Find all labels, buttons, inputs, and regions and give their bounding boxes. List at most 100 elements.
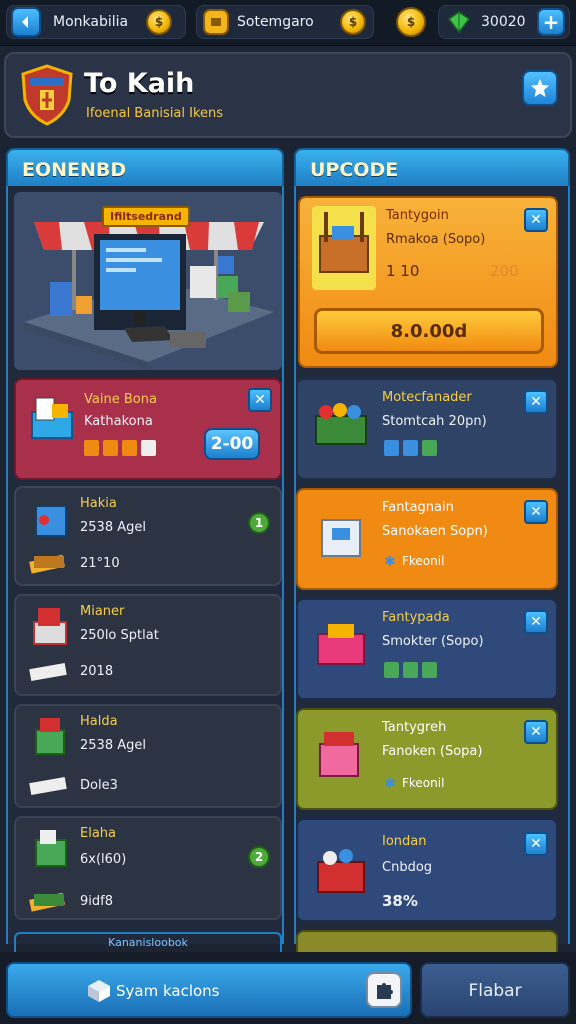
item-detail: 250lo Sptlat xyxy=(80,628,159,643)
partial-card xyxy=(296,930,558,952)
upgrade-card-5[interactable]: Iondan Cnbdog 38% ✕ xyxy=(296,818,558,922)
register-icon xyxy=(30,826,74,874)
close-icon[interactable]: ✕ xyxy=(524,720,548,744)
upgrade-name: Tantygoin xyxy=(386,208,449,223)
upgrade-detail: Fanoken (Sopa) xyxy=(382,744,483,759)
cash-icon-2 xyxy=(28,890,68,916)
pink-bin-icon xyxy=(312,724,368,788)
list-item-2[interactable]: Mianer 250lo Sptlat 2018 xyxy=(14,594,282,696)
upgrade-extra: Fkeonil xyxy=(402,554,445,568)
upgrade-card-4[interactable]: Tantygreh Fanoken (Sopa) ✱ Fkeonil ✕ xyxy=(296,708,558,810)
close-icon[interactable]: ✕ xyxy=(524,832,548,856)
primary-action-label: Syam kaclons xyxy=(116,982,220,1000)
item-price: 9idf8 xyxy=(80,894,113,909)
upgrade-name: Iondan xyxy=(382,834,427,849)
upgrade-name: Motecfanader xyxy=(382,390,472,405)
basket-icon xyxy=(28,604,72,652)
upgrade-name: Tantygreh xyxy=(382,720,447,735)
page-subtitle: Ifoenal Banisial Ikens xyxy=(86,106,224,121)
close-icon[interactable]: ✕ xyxy=(524,500,548,524)
upgrade-detail: Sanokaen Sopn) xyxy=(382,524,488,539)
top-bar: Monkabilia $ Sotemgaro $ $ 30020 + xyxy=(0,0,576,46)
resource-icons xyxy=(384,662,441,682)
currency-label: Sotemgaro xyxy=(237,14,314,30)
featured-price[interactable]: 2-00 xyxy=(204,428,260,460)
box-icon xyxy=(86,978,112,1008)
upgrade-card-2[interactable]: Fantagnain Sanokaen Sopn) ✱ Fkeonil ✕ xyxy=(296,488,558,590)
upgrade-detail: Smokter (Sopo) xyxy=(382,634,484,649)
close-icon[interactable]: ✕ xyxy=(248,388,272,412)
close-icon[interactable]: ✕ xyxy=(524,208,548,232)
right-column-heading: UPCODE xyxy=(294,148,570,188)
upgrade-card-1[interactable]: Motecfanader Stomtcah 20pn) ✕ xyxy=(296,378,558,480)
stall-icon xyxy=(312,206,376,290)
crate-icon xyxy=(26,394,76,446)
secondary-action-button[interactable]: Flabar xyxy=(420,962,570,1018)
settings-button[interactable] xyxy=(522,70,558,106)
page-title: To Kaih xyxy=(84,68,195,99)
upgrade-ghost-value: 200 xyxy=(490,262,519,280)
bread-box-icon xyxy=(312,616,370,676)
resource-icons xyxy=(384,440,441,460)
upgrade-name: Fantagnain xyxy=(382,500,454,515)
gems-pill[interactable]: 30020 + xyxy=(438,5,570,39)
upgrade-detail: Rmakoa (Sopo) xyxy=(386,232,486,247)
buy-button[interactable]: 8.0.00d xyxy=(314,308,544,354)
upgrade-detail: Cnbdog xyxy=(382,860,433,875)
item-price: 2018 xyxy=(80,664,114,679)
snowflake-icon: ✱ xyxy=(384,776,396,792)
shield-logo-icon xyxy=(20,64,74,126)
list-item-1[interactable]: Hakia 2538 Agel 21°10 1 xyxy=(14,486,282,586)
shop-sign: Ifiltsedrand xyxy=(102,206,190,227)
shop-illustration: Ifiltsedrand xyxy=(14,192,282,370)
list-item-4[interactable]: Elaha 6x(l60) 9idf8 2 xyxy=(14,816,282,920)
featured-shop-card[interactable]: Vaine Bona Kathakona ✕ 2-00 xyxy=(14,378,282,480)
coin-icon-2: $ xyxy=(340,9,366,35)
item-name: Halda xyxy=(80,714,118,729)
upgrade-card-3[interactable]: Fantypada Smokter (Sopo) ✕ xyxy=(296,598,558,700)
coin-icon: $ xyxy=(146,9,172,35)
gems-value: 30020 xyxy=(481,14,526,30)
upgrade-value: 1 10 xyxy=(386,262,420,280)
snowflake-icon: ✱ xyxy=(384,554,396,570)
upgrade-detail: Stomtcah 20pn) xyxy=(382,414,487,429)
close-icon[interactable]: ✕ xyxy=(524,390,548,414)
item-name: Hakia xyxy=(80,496,117,511)
close-icon[interactable]: ✕ xyxy=(524,610,548,634)
add-gems-button[interactable]: + xyxy=(537,8,565,36)
cart-icon xyxy=(312,840,370,904)
header-panel: To Kaih Ifoenal Banisial Ikens xyxy=(4,52,572,138)
item-price: 21°10 xyxy=(80,556,120,571)
upgrade-name: Fantypada xyxy=(382,610,450,625)
resource-icons xyxy=(84,440,160,460)
upgrade-featured-card[interactable]: Tantygoin Rmakoa (Sopo) 1 10 200 ✕ 8.0.0… xyxy=(298,196,558,368)
list-item-3[interactable]: Halda 2538 Agel Dole3 xyxy=(14,704,282,808)
ticket-icon xyxy=(203,9,229,35)
level-badge: 2 xyxy=(248,846,270,868)
level-badge: 1 xyxy=(248,512,270,534)
item-name: Mianer xyxy=(80,604,125,619)
puzzle-icon[interactable] xyxy=(366,972,402,1008)
cash-icon xyxy=(28,552,68,578)
left-column-heading: EONENBD xyxy=(6,148,284,188)
upgrade-extra: 38% xyxy=(382,892,418,910)
item-detail: 2538 Agel xyxy=(80,738,146,753)
primary-action-button[interactable]: Syam kaclons xyxy=(6,962,412,1018)
gem-icon xyxy=(447,10,471,34)
gold-coin-icon: $ xyxy=(396,7,426,37)
blue-machine-icon xyxy=(30,500,74,544)
item-price: Dole3 xyxy=(80,778,118,793)
upgrade-extra: Fkeonil xyxy=(402,776,445,790)
ticket-icon xyxy=(28,662,68,688)
ticket-icon-2 xyxy=(28,776,68,802)
back-arrow-icon[interactable] xyxy=(11,7,41,37)
dispenser-icon xyxy=(314,510,370,566)
featured-subname: Kathakona xyxy=(84,414,153,429)
featured-name: Vaine Bona xyxy=(84,392,157,407)
back-label: Monkabilia xyxy=(53,14,129,30)
item-detail: 2538 Agel xyxy=(80,520,146,535)
item-name: Elaha xyxy=(80,826,116,841)
footer-link[interactable]: Kananisloobok xyxy=(14,932,282,952)
secondary-action-label: Flabar xyxy=(468,981,522,1001)
item-detail: 6x(l60) xyxy=(80,852,127,867)
